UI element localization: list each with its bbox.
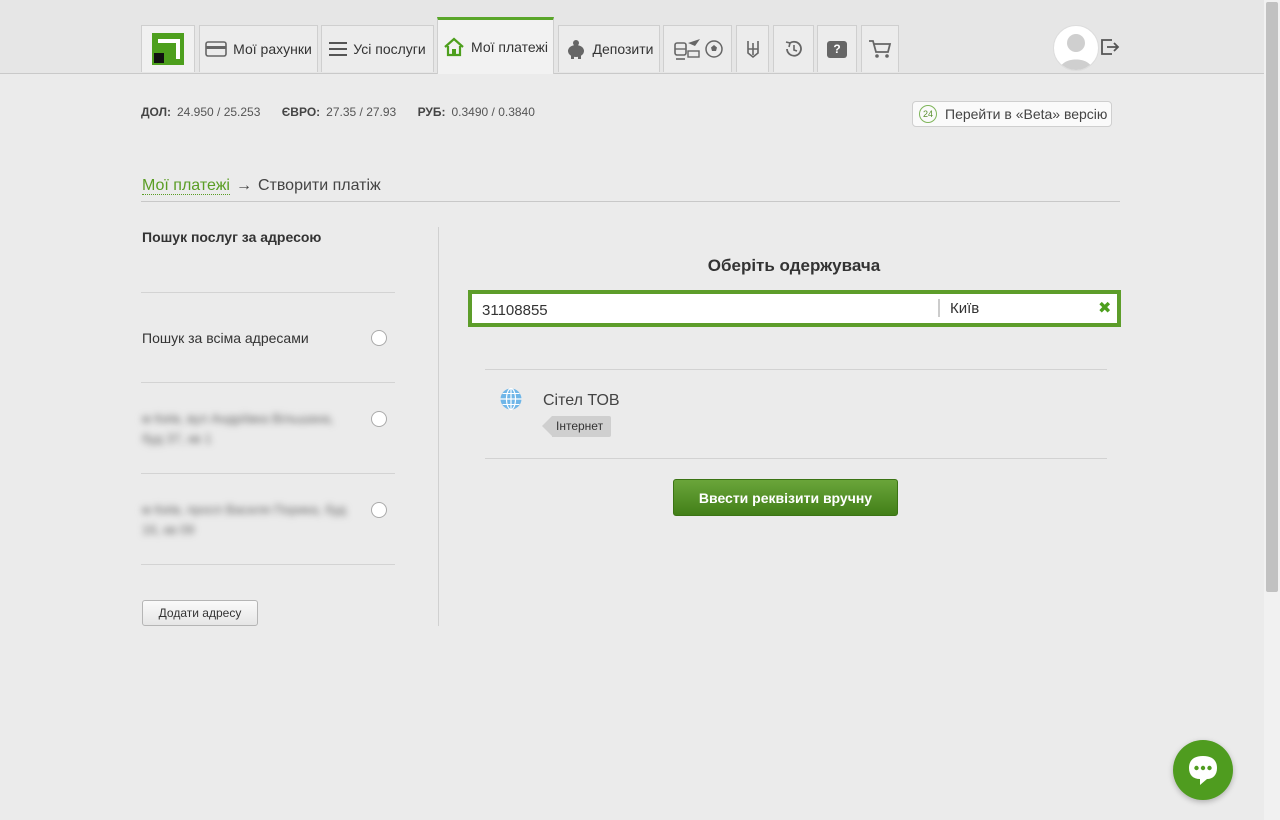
top-navigation-bar: Мої рахунки Усі послуги Мої платежі Депо…: [0, 0, 1264, 74]
football-icon: [704, 40, 723, 58]
help-symbol: ?: [833, 42, 841, 56]
recipient-search-box: Київ ✖: [468, 290, 1121, 327]
privatbank-logo-icon: [152, 33, 184, 65]
rate-label: ДОЛ:: [141, 105, 171, 119]
logout-button[interactable]: [1100, 37, 1120, 57]
history-icon: [785, 40, 802, 57]
recipient-search-input[interactable]: [480, 299, 934, 321]
divider: [141, 564, 395, 565]
beta-24-badge-icon: 24: [919, 105, 937, 123]
tab-shop[interactable]: [861, 25, 899, 72]
divider: [141, 292, 395, 293]
user-silhouette-icon: [1060, 34, 1092, 70]
address-option-1[interactable]: м Київ, вул Андріївка Вільшана, буд 37, …: [142, 409, 342, 449]
tab-label: Мої рахунки: [233, 41, 312, 57]
choose-recipient-title: Оберіть одержувача: [707, 256, 881, 275]
chat-bubble-icon: [1189, 756, 1217, 785]
rate-value: 24.950 / 25.253: [177, 105, 261, 119]
piggy-bank-icon: [567, 40, 584, 59]
tab-my-payments[interactable]: Мої платежі: [437, 17, 554, 74]
globe-icon: [500, 387, 522, 411]
beta-version-button[interactable]: 24 Перейти в «Beta» версію: [912, 101, 1112, 127]
tab-all-services[interactable]: Усі послуги: [321, 25, 434, 72]
shopping-cart-icon: [869, 40, 892, 58]
address-option-label: м Київ, просп Василя Порика, буд 16, кв …: [142, 502, 346, 537]
divider: [485, 458, 1107, 459]
rate-value: 27.35 / 27.93: [326, 105, 397, 119]
city-selector[interactable]: Київ: [950, 300, 979, 317]
address-option-label: Пошук за всіма адресами: [142, 330, 309, 346]
search-separator: [938, 299, 940, 317]
exchange-rates: ДОЛ: 24.950 / 25.253 ЄВРО: 27.35 / 27.93 Р…: [141, 105, 553, 119]
logo-tab[interactable]: [141, 25, 195, 72]
address-option-label: м Київ, вул Андріївка Вільшана, буд 37, …: [142, 411, 334, 446]
clear-search-icon[interactable]: ✖: [1098, 298, 1111, 318]
address-option-all[interactable]: Пошук за всіма адресами: [142, 330, 396, 346]
address-search-title: Пошук послуг за адресою: [142, 229, 322, 245]
radio-address-1[interactable]: [371, 411, 387, 427]
list-icon: [329, 42, 348, 56]
radio-address-2[interactable]: [371, 502, 387, 518]
tab-travel[interactable]: [663, 25, 732, 72]
rate-value: 0.3490 / 0.3840: [451, 105, 535, 119]
breadcrumb-current: Створити платіж: [257, 177, 381, 194]
add-address-button[interactable]: Додати адресу: [142, 600, 258, 626]
radio-all-addresses[interactable]: [371, 330, 387, 346]
recipient-result-item[interactable]: Сітел ТОВ Інтернет: [497, 385, 1107, 445]
tab-government[interactable]: [736, 25, 769, 72]
rate-label: РУБ:: [417, 105, 446, 119]
divider: [141, 382, 395, 383]
breadcrumb: Мої платежі → Створити платіж: [142, 177, 381, 195]
logout-icon: [1101, 39, 1120, 55]
tab-label: Депозити: [592, 41, 654, 57]
breadcrumb-divider: [141, 201, 1120, 202]
breadcrumb-link-my-payments[interactable]: Мої платежі: [142, 177, 230, 195]
category-tag: Інтернет: [541, 416, 612, 437]
tab-history[interactable]: [773, 25, 814, 72]
beta-label: Перейти в «Beta» версію: [945, 106, 1108, 122]
trident-icon: [746, 41, 759, 59]
chat-button[interactable]: [1173, 740, 1233, 800]
train-plane-icon: [673, 39, 700, 60]
tab-help[interactable]: ?: [817, 25, 857, 72]
divider: [485, 369, 1107, 370]
home-icon: [444, 37, 464, 57]
card-icon: [205, 41, 227, 57]
tab-label: Мої платежі: [471, 39, 548, 55]
tab-my-accounts[interactable]: Мої рахунки: [199, 25, 318, 72]
breadcrumb-arrow: →: [235, 177, 252, 194]
user-avatar[interactable]: [1053, 25, 1099, 71]
panel-separator: [438, 227, 439, 626]
rate-label: ЄВРО:: [281, 105, 321, 119]
address-option-2[interactable]: м Київ, просп Василя Порика, буд 16, кв …: [142, 500, 357, 540]
enter-details-manually-button[interactable]: Ввести реквізити вручну: [673, 479, 898, 516]
tab-deposits[interactable]: Депозити: [558, 25, 660, 72]
tab-label: Усі послуги: [353, 41, 426, 57]
divider: [141, 473, 395, 474]
recipient-name: Сітел ТОВ: [543, 392, 620, 409]
help-icon: ?: [827, 40, 847, 58]
scrollbar-thumb[interactable]: [1266, 2, 1278, 592]
